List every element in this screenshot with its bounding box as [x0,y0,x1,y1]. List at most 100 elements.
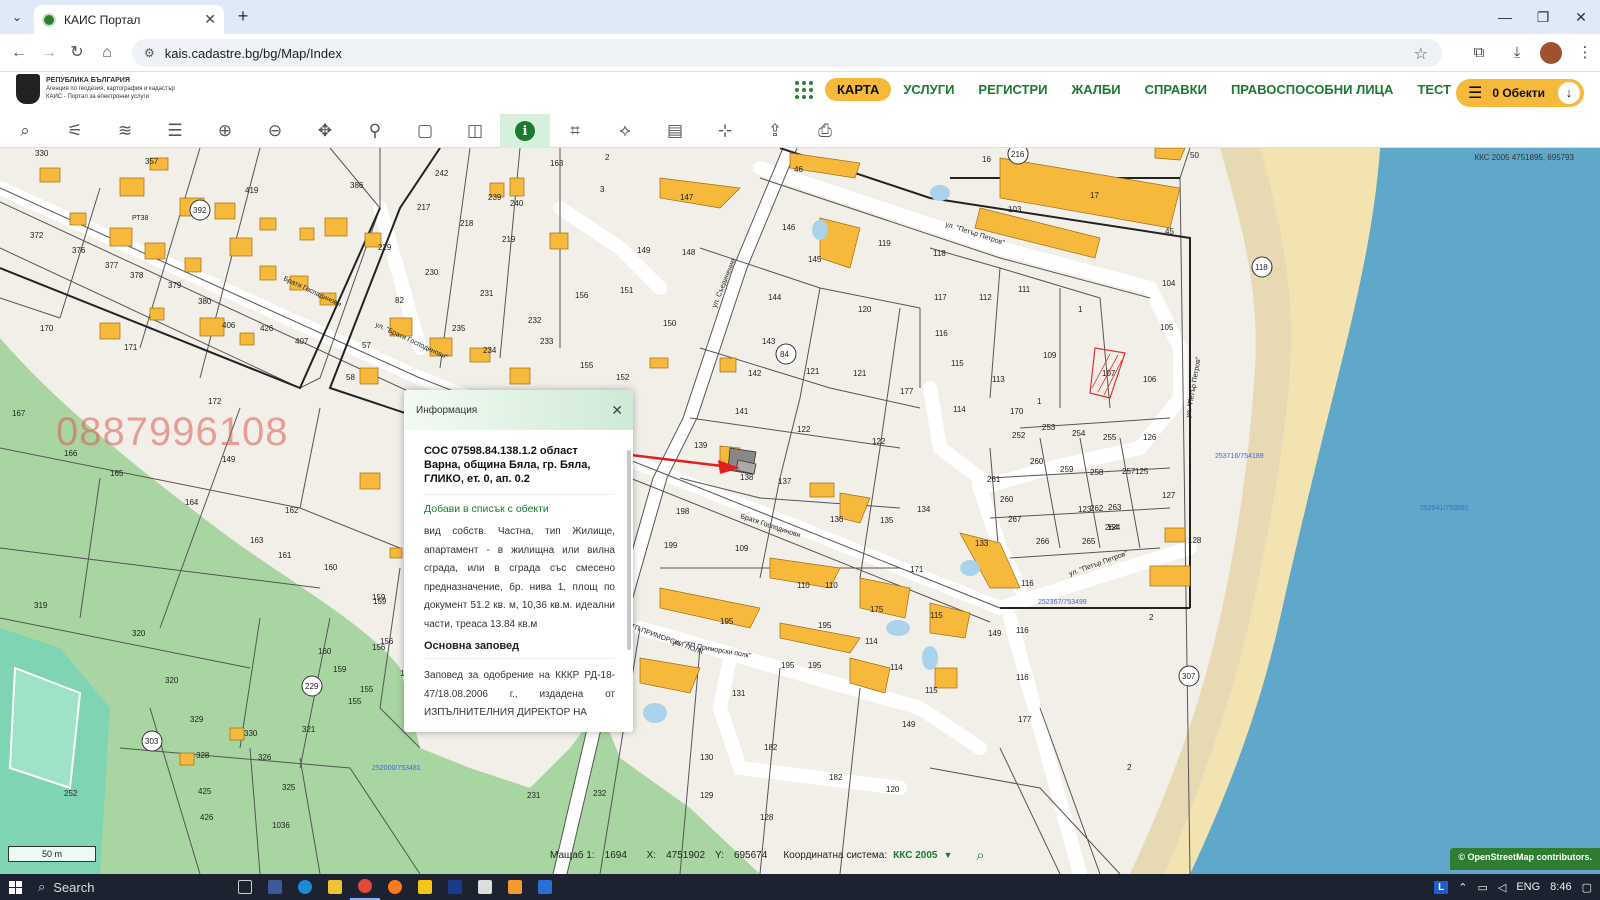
print-icon[interactable]: ⎙ [810,116,840,146]
zoom-out-icon[interactable]: ⊖ [260,116,290,146]
agency-logo[interactable]: РЕПУБЛИКА БЪЛГАРИЯ Агенция по геодезия, … [16,74,175,104]
y-label: Y: [715,849,724,861]
svg-text:419: 419 [245,186,259,195]
notes-icon[interactable] [410,874,440,900]
back-arrow-icon[interactable]: ← [8,42,30,64]
tray-chevron-up-icon[interactable]: ⌃ [1458,881,1467,894]
svg-text:115: 115 [925,686,938,695]
mail-icon[interactable] [470,874,500,900]
scale-input[interactable]: 1694 [601,850,641,861]
new-tab-plus-icon[interactable]: + [232,6,254,27]
nav-licensed-persons[interactable]: ПРАВОСПОСОБНИ ЛИЦА [1219,78,1406,101]
svg-text:235: 235 [452,324,466,333]
reload-icon[interactable]: ↻ [66,42,88,64]
nav-services[interactable]: УСЛУГИ [891,78,966,101]
svg-text:116: 116 [1021,579,1034,588]
measure-icon[interactable]: ⌗ [560,116,590,146]
svg-text:159: 159 [333,665,347,674]
clock[interactable]: 8:46 [1550,881,1571,893]
search-icon[interactable]: ⌕ [10,116,40,146]
info-tool[interactable]: i [500,114,550,148]
restore-icon[interactable]: ❐ [1524,0,1562,34]
filter-settings-icon[interactable]: ⚟ [60,116,90,146]
svg-text:242: 242 [435,169,449,178]
polygon-draw-icon[interactable]: ⟡ [610,116,640,146]
taskbar-search[interactable]: ⌕ Search [30,874,180,900]
info-panel-header: Информация ✕ [404,390,633,430]
calculator-icon[interactable] [260,874,290,900]
download-arrow-icon[interactable]: ↓ [1558,82,1580,104]
notifications-icon[interactable]: ▢ [1582,881,1592,894]
volume-icon[interactable]: ◁ [1498,881,1506,894]
firefox-icon[interactable] [380,874,410,900]
grid-coordinates-icon[interactable]: ⊹ [710,116,740,146]
tab-close-icon[interactable]: ✕ [204,11,216,28]
pan-move-icon[interactable]: ✥ [310,116,340,146]
home-icon[interactable]: ⌂ [96,42,118,64]
apps-grid-icon[interactable] [795,80,813,99]
select-area-icon[interactable]: ◫ [460,116,490,146]
taskbar-apps [230,874,560,900]
svg-text:149: 149 [222,455,236,464]
network-icon[interactable]: ▭ [1477,881,1487,894]
coordinate-search-icon[interactable]: ⌕ [976,847,984,864]
svg-text:125: 125 [1135,467,1149,476]
svg-text:426: 426 [200,813,214,822]
forward-arrow-icon[interactable]: → [38,42,60,64]
svg-text:167: 167 [12,409,26,418]
tab-list-chevron-icon[interactable]: ⌄ [6,6,28,28]
file-explorer-icon[interactable] [320,874,350,900]
objects-button[interactable]: ☰ 0 Обекти ↓ [1456,79,1584,107]
svg-text:163: 163 [550,159,564,168]
nav-references[interactable]: СПРАВКИ [1133,78,1219,101]
svg-text:379: 379 [168,281,182,290]
svg-text:112: 112 [979,293,992,302]
nav-map[interactable]: КАРТА [825,78,892,101]
app-orange-icon[interactable] [500,874,530,900]
downloads-icon[interactable]: ⤓ [1502,38,1532,68]
nav-registers[interactable]: РЕГИСТРИ [966,78,1059,101]
select-rectangle-icon[interactable]: ▢ [410,116,440,146]
language-indicator[interactable]: ENG [1516,881,1540,893]
close-icon[interactable]: ✕ [611,402,623,419]
add-to-list-link[interactable]: Добави в списък с обекти [424,503,615,515]
task-view-icon[interactable] [230,874,260,900]
svg-text:16: 16 [982,155,991,164]
map-canvas[interactable]: 39284216118 307229303 330357419386 37237… [0,148,1600,874]
edge-icon[interactable] [290,874,320,900]
zoom-in-icon[interactable]: ⊕ [210,116,240,146]
browser-tab[interactable]: КАИС Портал ✕ [34,5,224,34]
chrome-icon[interactable] [350,874,380,900]
site-info-icon[interactable]: ⚙ [144,46,155,60]
layers-icon[interactable]: ☰ [160,116,190,146]
location-pin-icon[interactable]: ⚲ [360,116,390,146]
nav-test[interactable]: ТЕСТ [1405,78,1463,101]
y-coordinate-input[interactable]: 695674 [730,850,771,861]
bookmark-star-icon[interactable]: ☆ [1414,44,1428,64]
x-coordinate-input[interactable]: 4751902 [662,850,709,861]
extensions-puzzle-icon[interactable]: ⧉ [1464,38,1494,68]
svg-text:160: 160 [324,563,338,572]
app-blue-icon[interactable] [530,874,560,900]
language-flag-icon[interactable] [440,874,470,900]
cadastral-map[interactable]: 392 84 216 118 307 229 303 330 357 419 386 372 37… [0,148,1600,874]
coordinate-system-select[interactable]: ККС 2005 [893,850,937,861]
export-icon[interactable]: ⇪ [760,116,790,146]
svg-text:239: 239 [488,193,502,202]
profile-avatar[interactable] [1540,42,1562,64]
info-panel-scrollbar[interactable] [627,450,631,650]
map-view-icon[interactable]: ▤ [660,116,690,146]
info-panel: Информация ✕ СОС 07598.84.138.1.2 област… [404,390,633,732]
start-windows-icon[interactable] [0,874,30,900]
svg-text:265: 265 [1082,537,1096,546]
osm-attribution[interactable]: © OpenStreetMap contributors. [1450,848,1600,870]
input-indicator[interactable]: L [1434,880,1449,894]
url-input[interactable]: ⚙ kais.cadastre.bg/bg/Map/Index ☆ [132,39,1442,67]
svg-text:151: 151 [620,286,634,295]
chevron-down-icon[interactable]: ▼ [943,850,952,860]
layers-filled-icon[interactable]: ≋ [110,116,140,146]
browser-menu-icon[interactable]: ⋮ [1570,38,1600,68]
close-window-icon[interactable]: ✕ [1562,0,1600,34]
minimize-icon[interactable]: — [1486,0,1524,34]
nav-complaints[interactable]: ЖАЛБИ [1060,78,1133,101]
